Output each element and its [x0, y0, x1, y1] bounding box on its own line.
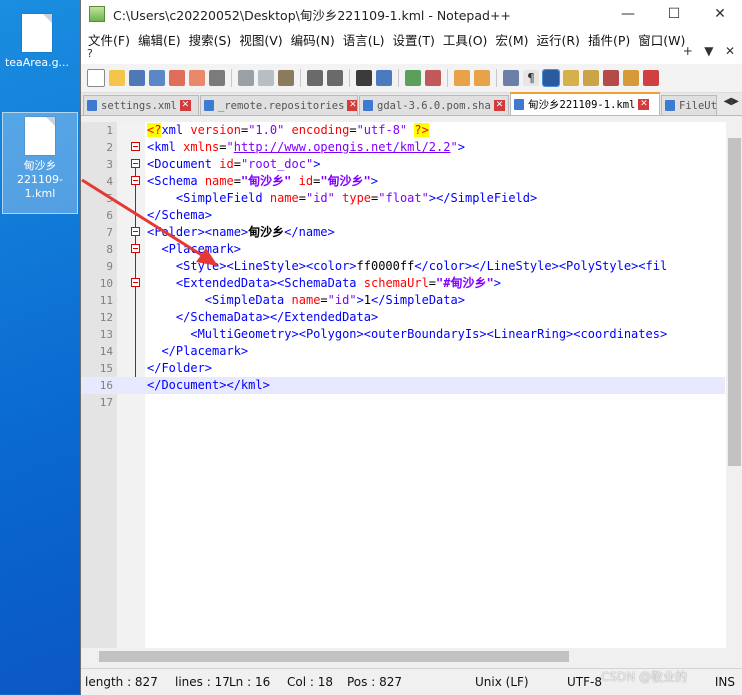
annotation-arrow: [81, 178, 218, 266]
annotation-arrow-shaft: [81, 178, 209, 261]
annotation-arrow-head: [196, 248, 218, 266]
